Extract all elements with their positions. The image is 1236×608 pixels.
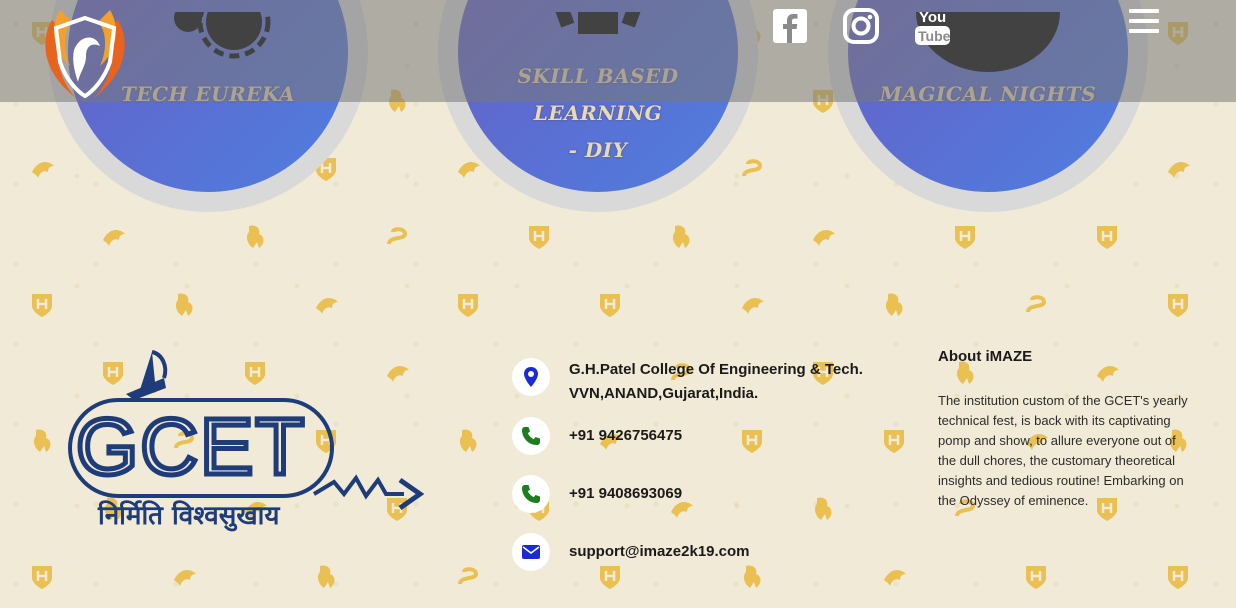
hamburger-bar xyxy=(1129,9,1159,13)
lion-pattern-icon xyxy=(672,225,690,248)
snake-pattern-icon xyxy=(458,567,479,585)
contact-email[interactable]: support@imaze2k19.com xyxy=(512,533,750,571)
snake-pattern-icon xyxy=(742,159,763,177)
about-title: About iMAZE xyxy=(938,348,1033,365)
shield-pattern-icon xyxy=(1168,566,1188,589)
shield-pattern-icon xyxy=(32,294,52,317)
hamburger-bar xyxy=(1129,29,1159,33)
email-link[interactable]: support@imaze2k19.com xyxy=(569,533,750,564)
phoenix-logo-icon[interactable] xyxy=(34,0,136,102)
gcet-logo: GCET निर्मिति विश्वसुखाय xyxy=(68,350,424,532)
contact-address-text: G.H.Patel College Of Engineering & Tech.… xyxy=(569,358,863,406)
shield-pattern-icon xyxy=(884,430,904,453)
youtube-icon[interactable]: You Tube xyxy=(913,6,953,46)
facebook-icon[interactable] xyxy=(772,6,808,46)
bird-pattern-icon xyxy=(174,570,196,586)
bird-pattern-icon xyxy=(103,230,125,246)
bird-pattern-icon xyxy=(32,162,54,178)
lion-pattern-icon xyxy=(814,497,832,520)
address-line-2: VVN,ANAND,Gujarat,India. xyxy=(569,385,759,402)
shield-pattern-icon xyxy=(1026,566,1046,589)
youtube-tube-text: Tube xyxy=(918,28,951,44)
bird-pattern-icon xyxy=(1168,162,1190,178)
shield-pattern-icon xyxy=(529,226,549,249)
instagram-icon[interactable] xyxy=(843,6,879,46)
shield-pattern-icon xyxy=(742,430,762,453)
shield-pattern-icon xyxy=(1168,294,1188,317)
gcet-tagline: निर्मिति विश्वसुखाय xyxy=(97,500,280,532)
contact-phone-1[interactable]: +91 9426756475 xyxy=(512,417,682,455)
shield-pattern-icon xyxy=(458,294,478,317)
bird-pattern-icon xyxy=(884,570,906,586)
youtube-you-text: You xyxy=(919,9,946,26)
shield-pattern-icon xyxy=(600,294,620,317)
lion-pattern-icon xyxy=(317,565,335,588)
lion-pattern-icon xyxy=(33,429,51,452)
shield-pattern-icon xyxy=(1097,226,1117,249)
about-section: About iMAZE The institution custom of th… xyxy=(938,348,1193,511)
address-line-1: G.H.Patel College Of Engineering & Tech. xyxy=(569,361,863,378)
gcet-logo-text: GCET xyxy=(76,402,306,491)
lion-pattern-icon xyxy=(885,293,903,316)
bird-pattern-icon xyxy=(742,298,764,314)
shield-pattern-icon xyxy=(955,226,975,249)
hamburger-bar xyxy=(1129,19,1159,23)
event-label-line2: - DIY xyxy=(568,138,628,162)
shield-pattern-icon xyxy=(32,566,52,589)
hamburger-menu-icon[interactable] xyxy=(1129,9,1159,33)
lion-pattern-icon xyxy=(246,225,264,248)
snake-pattern-icon xyxy=(1026,295,1047,313)
about-text: The institution custom of the GCET's yea… xyxy=(938,393,1188,508)
bird-pattern-icon xyxy=(813,230,835,246)
phone-number[interactable]: +91 9408693069 xyxy=(569,475,682,506)
phone-number[interactable]: +91 9426756475 xyxy=(569,417,682,448)
contact-address: G.H.Patel College Of Engineering & Tech.… xyxy=(512,358,863,406)
mail-icon xyxy=(512,533,550,571)
lion-pattern-icon xyxy=(175,293,193,316)
top-navigation-bar: You Tube xyxy=(0,0,1236,102)
phone-icon xyxy=(512,475,550,513)
contact-phone-2[interactable]: +91 9408693069 xyxy=(512,475,682,513)
snake-pattern-icon xyxy=(387,227,408,245)
lion-pattern-icon xyxy=(459,429,477,452)
location-pin-icon xyxy=(512,358,550,396)
phone-icon xyxy=(512,417,550,455)
bird-pattern-icon xyxy=(316,298,338,314)
